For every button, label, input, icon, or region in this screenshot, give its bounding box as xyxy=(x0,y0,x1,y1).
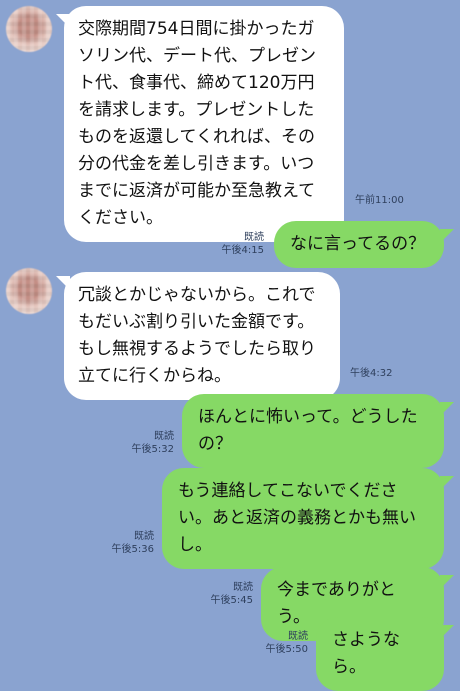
bubble-tail xyxy=(440,229,454,243)
message-time: 午後5:36 xyxy=(111,544,154,555)
outgoing-message-bubble[interactable]: ほんとに怖いって。どうしたの？ xyxy=(182,394,444,468)
message-time: 午後5:50 xyxy=(265,644,308,655)
contact-avatar[interactable] xyxy=(6,6,52,52)
message-time: 午後4:15 xyxy=(221,245,264,256)
message-time: 午後5:32 xyxy=(131,444,174,455)
message-time: 午前11:00 xyxy=(355,195,404,206)
message-time: 午後5:45 xyxy=(210,595,253,606)
outgoing-message-bubble[interactable]: もう連絡してこないでください。あと返済の義務とかも無いし。 xyxy=(162,468,444,569)
outgoing-message-bubble[interactable]: なに言ってるの？ xyxy=(274,221,444,268)
read-receipt: 既読 xyxy=(288,631,308,642)
incoming-message-bubble[interactable]: 交際期間754日間に掛かったガソリン代、デート代、プレゼント代、食事代、締めて1… xyxy=(64,6,344,242)
bubble-tail xyxy=(440,476,454,490)
incoming-message-bubble[interactable]: 冗談とかじゃないから。これでもだいぶ割り引いた金額です。もし無視するようでしたら… xyxy=(64,272,340,400)
bubble-tail xyxy=(440,402,454,416)
read-receipt: 既読 xyxy=(154,431,174,442)
outgoing-message-bubble[interactable]: さようなら。 xyxy=(316,617,444,691)
read-receipt: 既読 xyxy=(134,531,154,542)
read-receipt: 既読 xyxy=(233,582,253,593)
message-time: 午後4:32 xyxy=(350,368,393,379)
read-receipt: 既読 xyxy=(244,232,264,243)
contact-avatar[interactable] xyxy=(6,268,52,314)
chat-view: 交際期間754日間に掛かったガソリン代、デート代、プレゼント代、食事代、締めて1… xyxy=(0,0,460,691)
